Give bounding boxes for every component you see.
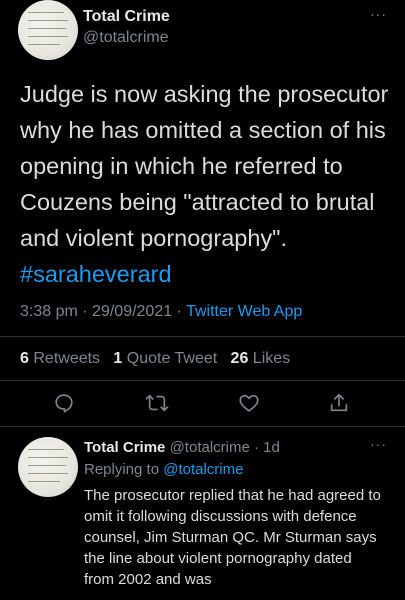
- like-button[interactable]: [238, 392, 260, 419]
- tweet-stats: 6 Retweets 1 Quote Tweet 26 Likes: [20, 350, 290, 368]
- tweet-app-link[interactable]: Twitter Web App: [186, 303, 302, 320]
- hashtag-link[interactable]: #saraheverard: [20, 261, 172, 287]
- avatar[interactable]: [18, 437, 78, 497]
- divider: [0, 336, 405, 337]
- author-name[interactable]: Total Crime: [83, 8, 170, 26]
- replying-to-label: Replying to: [84, 461, 160, 478]
- tweet-body: Judge is now asking the prosecutor why h…: [20, 81, 389, 251]
- reply-icon: [55, 394, 73, 413]
- share-button[interactable]: [328, 392, 350, 419]
- like-icon: [239, 394, 259, 412]
- more-options-icon[interactable]: ···: [370, 6, 387, 22]
- retweet-button[interactable]: [145, 392, 169, 419]
- replying-to-link[interactable]: @totalcrime: [163, 461, 243, 478]
- author-handle[interactable]: @totalcrime: [83, 29, 169, 47]
- divider: [0, 426, 405, 427]
- reply-more-options-icon[interactable]: ···: [370, 436, 387, 452]
- retweets-stat[interactable]: 6 Retweets: [20, 350, 100, 367]
- likes-stat[interactable]: 26 Likes: [231, 350, 291, 367]
- avatar[interactable]: [18, 0, 78, 60]
- tweet-time[interactable]: 3:38 pm: [20, 303, 78, 320]
- tweet-meta: 3:38 pm · 29/09/2021 · Twitter Web App: [20, 303, 302, 321]
- quotes-label: Quote Tweet: [126, 350, 218, 367]
- reply-text: The prosecutor replied that he had agree…: [84, 487, 381, 588]
- likes-label: Likes: [252, 350, 291, 367]
- reply-author-name[interactable]: Total Crime: [84, 439, 165, 456]
- reply-header: Total Crime @totalcrime · 1d: [84, 439, 280, 456]
- retweet-icon: [145, 394, 169, 412]
- share-icon: [330, 393, 348, 412]
- tweet-text: Judge is now asking the prosecutor why h…: [20, 76, 392, 292]
- quotes-count: 1: [113, 350, 123, 367]
- reply-separator: ·: [254, 439, 259, 456]
- meta-separator: ·: [82, 303, 93, 320]
- likes-count: 26: [230, 350, 249, 367]
- meta-separator: ·: [176, 303, 187, 320]
- reply-button[interactable]: [53, 392, 75, 419]
- tweet-date[interactable]: 29/09/2021: [92, 303, 172, 320]
- retweets-label: Retweets: [33, 350, 101, 367]
- replying-to: Replying to @totalcrime: [84, 461, 243, 478]
- divider: [0, 380, 405, 381]
- retweets-count: 6: [20, 350, 29, 367]
- reply-age[interactable]: 1d: [263, 439, 280, 456]
- quotes-stat[interactable]: 1 Quote Tweet: [113, 350, 217, 367]
- reply-author-handle[interactable]: @totalcrime: [170, 439, 250, 456]
